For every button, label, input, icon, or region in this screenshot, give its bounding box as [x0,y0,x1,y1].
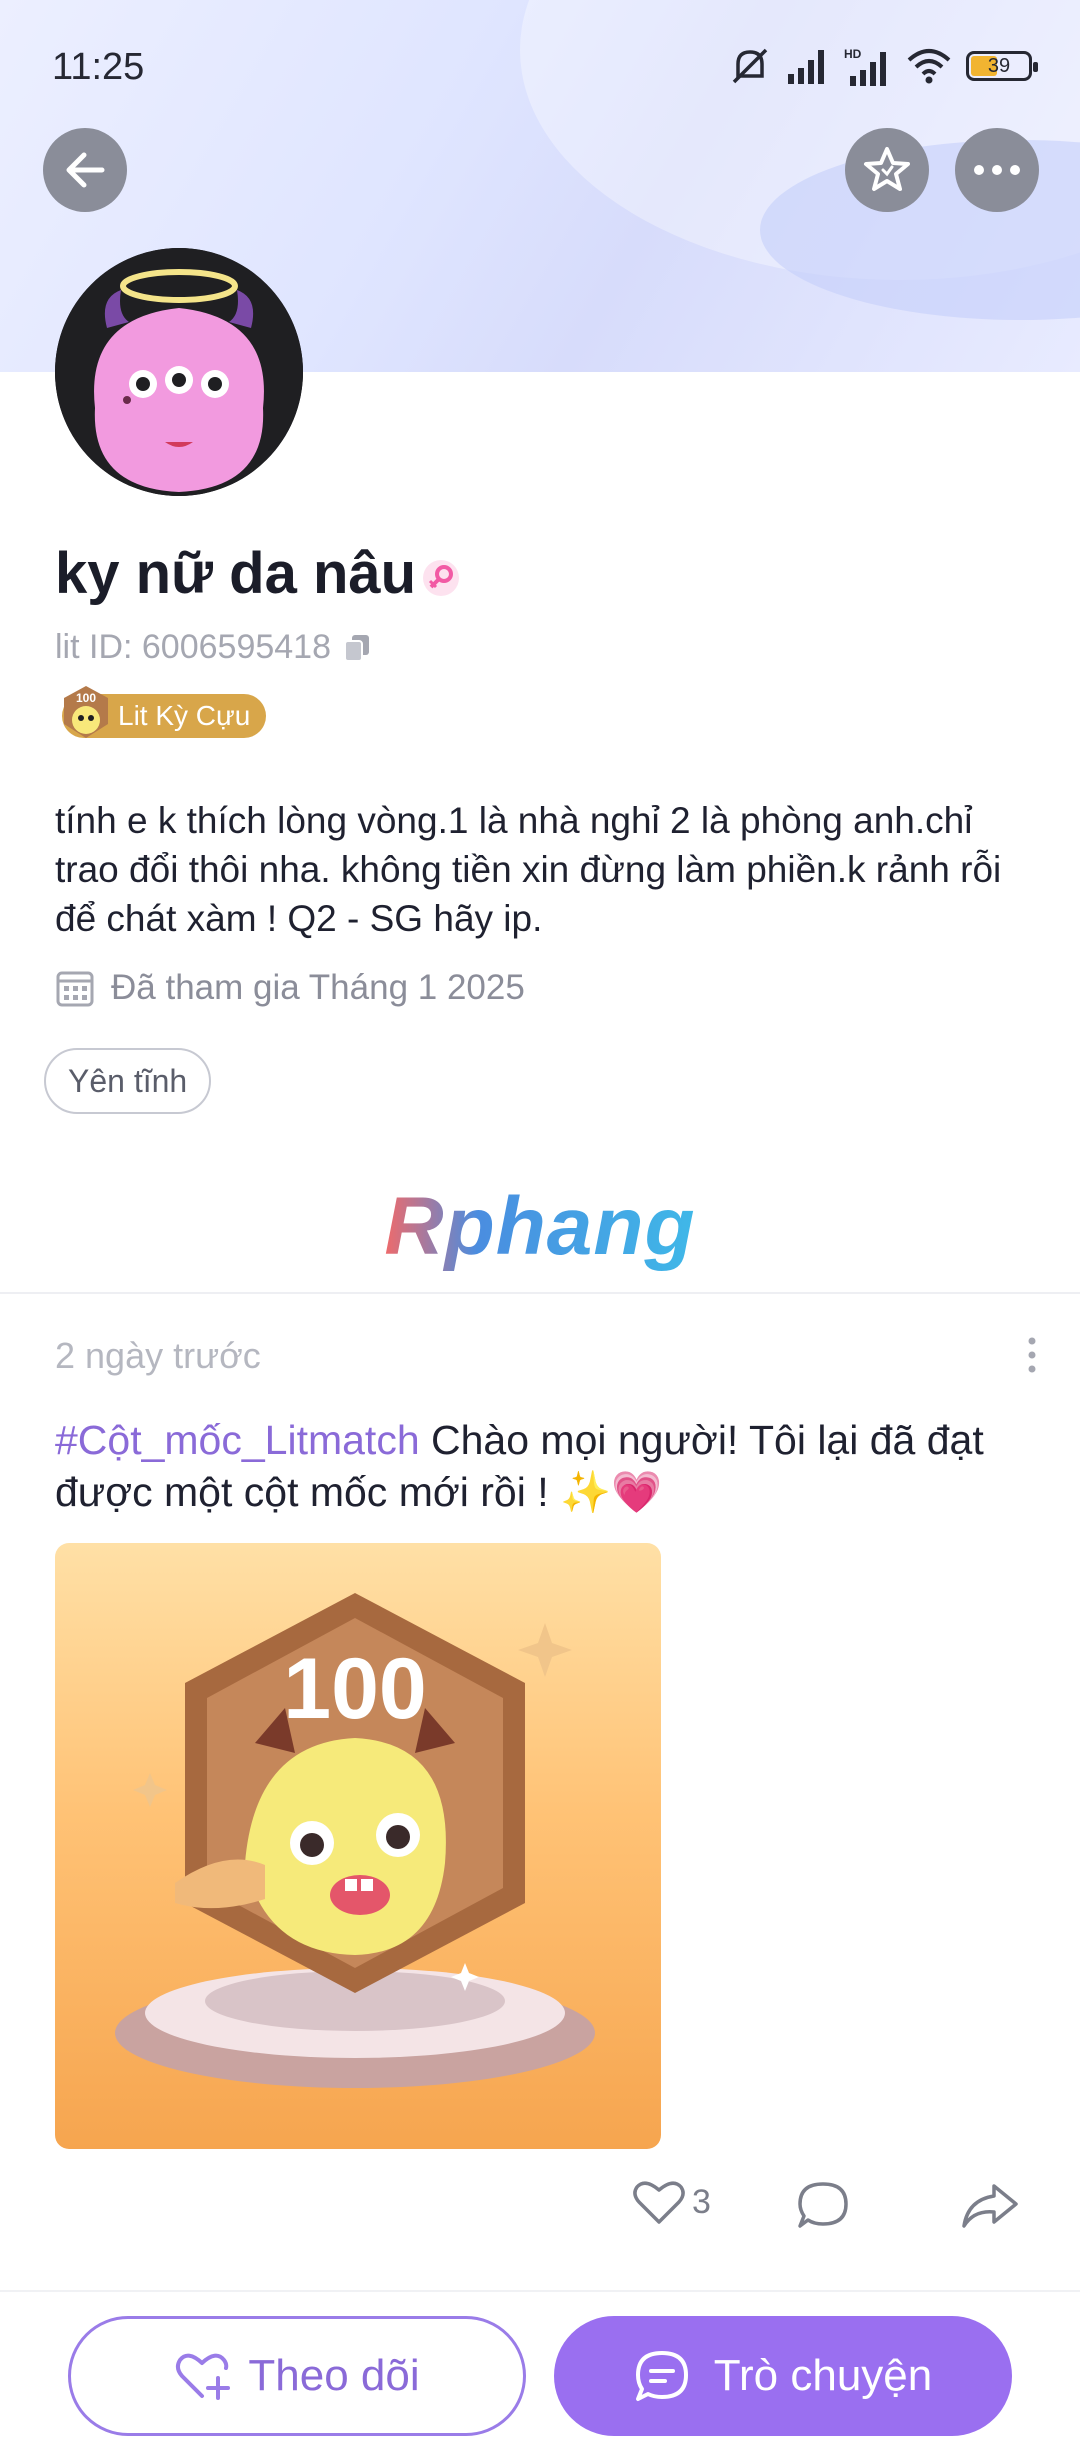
profile-bio: tính e k thích lòng vòng.1 là nhà nghỉ 2… [55,800,1002,939]
heart-icon [633,2181,685,2224]
lit-id-row: lit ID: 6006595418 [55,628,371,667]
follow-button[interactable]: Theo dõi [68,2316,526,2436]
back-arrow-icon [66,152,105,188]
heart-plus-icon [176,2353,231,2400]
like-button[interactable]: 3 [632,2178,711,2226]
comment-icon[interactable] [796,2180,850,2232]
badge-label: Lit Kỳ Cựu [118,700,251,731]
post-more-icon[interactable] [1022,1335,1042,1375]
post-hashtag[interactable]: #Cột_mốc_Litmatch [55,1417,420,1463]
post-text: #Cột_mốc_Litmatch Chào mọi người! Tôi lạ… [55,1414,1035,1518]
battery-level: 39 [987,55,1011,77]
calendar-icon [56,971,94,1007]
battery-icon: 39 [966,51,1038,81]
watermark: Rphang [0,1180,1080,1274]
section-divider [0,1292,1080,1294]
status-time: 11:25 [52,46,145,88]
like-count: 3 [692,2182,711,2221]
status-bar: 11:25 HD 39 [0,0,1080,130]
avatar[interactable] [55,248,303,496]
back-button[interactable] [43,128,127,212]
chat-label: Trò chuyện [713,2351,933,2400]
post-image[interactable]: 100 [55,1543,661,2149]
copy-icon[interactable] [343,633,371,663]
signal-hd-icon: HD [844,47,886,86]
badge-monster-icon: 100 [64,686,108,738]
personality-tag[interactable]: Yên tĩnh [44,1048,212,1114]
badge-icon-number: 100 [76,691,96,705]
status-icons: HD 39 [728,44,1038,88]
monster-avatar-image [55,248,303,496]
follow-label: Theo dõi [248,2351,420,2400]
milestone-100-image: 100 [115,1593,595,2088]
chat-button[interactable]: Trò chuyện [554,2316,1012,2436]
joined-text: Đã tham gia Tháng 1 2025 [111,968,525,1007]
favorite-button[interactable] [845,128,929,212]
signal-icon [788,50,824,84]
lit-id-text: lit ID: 6006595418 [55,628,331,666]
joined-row: Đã tham gia Tháng 1 2025 [55,968,525,1008]
post-time: 2 ngày trước [55,1335,261,1376]
chat-icon [635,2351,688,2401]
mute-icon [732,48,768,84]
image-number: 100 [283,1641,427,1737]
veteran-badge[interactable]: 100 Lit Kỳ Cựu [62,686,267,738]
more-options-button[interactable] [955,128,1039,212]
svg-text:HD: HD [844,47,862,61]
star-icon [864,147,910,191]
post-actions: 3 [0,2178,1080,2238]
watermark-text: Rphang [384,1181,696,1272]
share-icon[interactable] [960,2180,1020,2232]
more-icon [974,165,1020,175]
wifi-icon [907,49,951,84]
bottom-bar-divider [0,2290,1080,2292]
profile-name: ky nữ da nâu [55,541,417,606]
female-gender-icon [423,560,459,596]
